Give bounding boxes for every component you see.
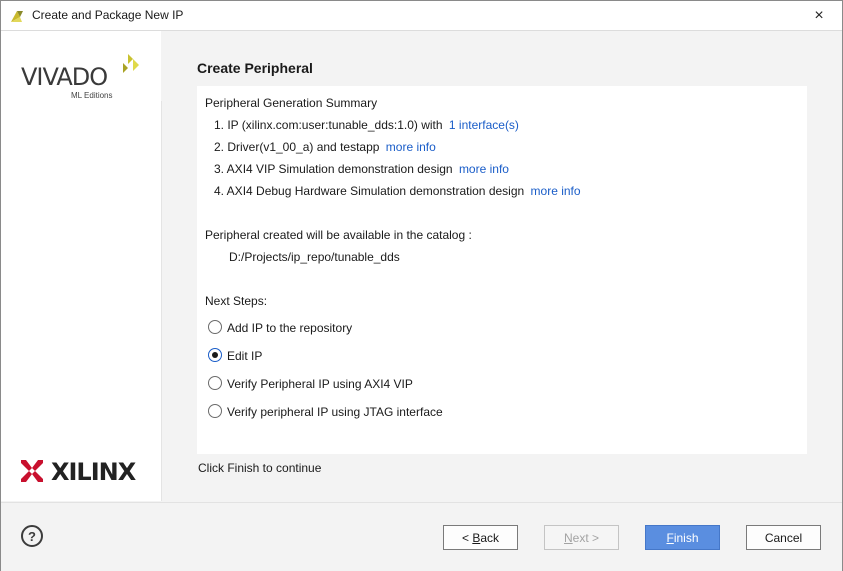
radio-label-add-ip[interactable]: Add IP to the repository	[227, 321, 352, 335]
vip-more-info-link[interactable]: more info	[459, 162, 509, 176]
dialog-window: Create and Package New IP × VIVADO ML Ed…	[0, 0, 843, 571]
main-content: Create Peripheral Peripheral Generation …	[162, 31, 842, 501]
finish-label-rest: inish	[673, 530, 699, 545]
next-mnemonic: N	[563, 530, 573, 545]
next-button[interactable]: Next >	[544, 525, 619, 550]
help-icon: ?	[28, 528, 36, 544]
close-button[interactable]: ×	[796, 1, 842, 30]
help-button[interactable]: ?	[21, 525, 43, 547]
summary-title: Peripheral Generation Summary	[205, 96, 378, 110]
vivado-wordmark: VIVADO	[21, 63, 108, 91]
summary-item: 3. AXI4 VIP Simulation demonstration des…	[214, 162, 509, 176]
radio-edit-ip[interactable]	[208, 348, 222, 362]
back-button[interactable]: < Back	[443, 525, 518, 550]
radio-label-verify-axi4-vip[interactable]: Verify Peripheral IP using AXI4 VIP	[227, 377, 413, 391]
dialog-footer: ? < Back Next > Finish Cancel	[1, 502, 842, 571]
page-heading: Create Peripheral	[197, 60, 313, 76]
finish-mnemonic: F	[666, 530, 674, 545]
summary-item: 2. Driver(v1_00_a) and testapp more info	[214, 140, 436, 154]
catalog-path: D:/Projects/ip_repo/tunable_dds	[229, 250, 400, 264]
catalog-label: Peripheral created will be available in …	[205, 228, 472, 242]
back-prefix: <	[461, 530, 473, 545]
window-title: Create and Package New IP	[32, 8, 184, 22]
xilinx-mark-icon	[21, 460, 43, 482]
summary-item-text: 3. AXI4 VIP Simulation demonstration des…	[214, 162, 453, 176]
back-mnemonic: B	[472, 530, 481, 545]
radio-label-verify-jtag[interactable]: Verify peripheral IP using JTAG interfac…	[227, 405, 443, 419]
next-label-rest: ext >	[572, 530, 600, 545]
radio-add-ip[interactable]	[208, 320, 222, 334]
xilinx-logo: XILINX	[21, 458, 151, 488]
debug-more-info-link[interactable]: more info	[531, 184, 581, 198]
summary-item: 4. AXI4 Debug Hardware Simulation demons…	[214, 184, 581, 198]
finish-note: Click Finish to continue	[198, 461, 322, 475]
vivado-logo: VIVADO ML Editions	[21, 53, 151, 103]
interfaces-link[interactable]: 1 interface(s)	[449, 118, 519, 132]
next-steps-label: Next Steps:	[205, 294, 268, 308]
close-icon: ×	[814, 6, 824, 24]
xilinx-wordmark: XILINX	[51, 458, 136, 486]
back-label-rest: ack	[480, 530, 500, 545]
summary-panel: Peripheral Generation Summary 1. IP (xil…	[197, 86, 807, 454]
radio-label-edit-ip[interactable]: Edit IP	[227, 349, 262, 363]
radio-verify-axi4-vip[interactable]	[208, 376, 222, 390]
finish-button[interactable]: Finish	[645, 525, 720, 550]
vivado-app-icon	[11, 11, 23, 22]
summary-item: 1. IP (xilinx.com:user:tunable_dds:1.0) …	[214, 118, 519, 132]
cancel-button[interactable]: Cancel	[746, 525, 821, 550]
summary-item-text: 4. AXI4 Debug Hardware Simulation demons…	[214, 184, 525, 198]
ml-editions-label: ML Editions	[71, 91, 113, 100]
vivado-mark-icon	[123, 54, 139, 73]
title-bar: Create and Package New IP ×	[1, 1, 842, 31]
summary-item-text: 2. Driver(v1_00_a) and testapp	[214, 140, 380, 154]
summary-item-text: 1. IP (xilinx.com:user:tunable_dds:1.0) …	[214, 118, 443, 132]
radio-verify-jtag[interactable]	[208, 404, 222, 418]
driver-more-info-link[interactable]: more info	[386, 140, 436, 154]
